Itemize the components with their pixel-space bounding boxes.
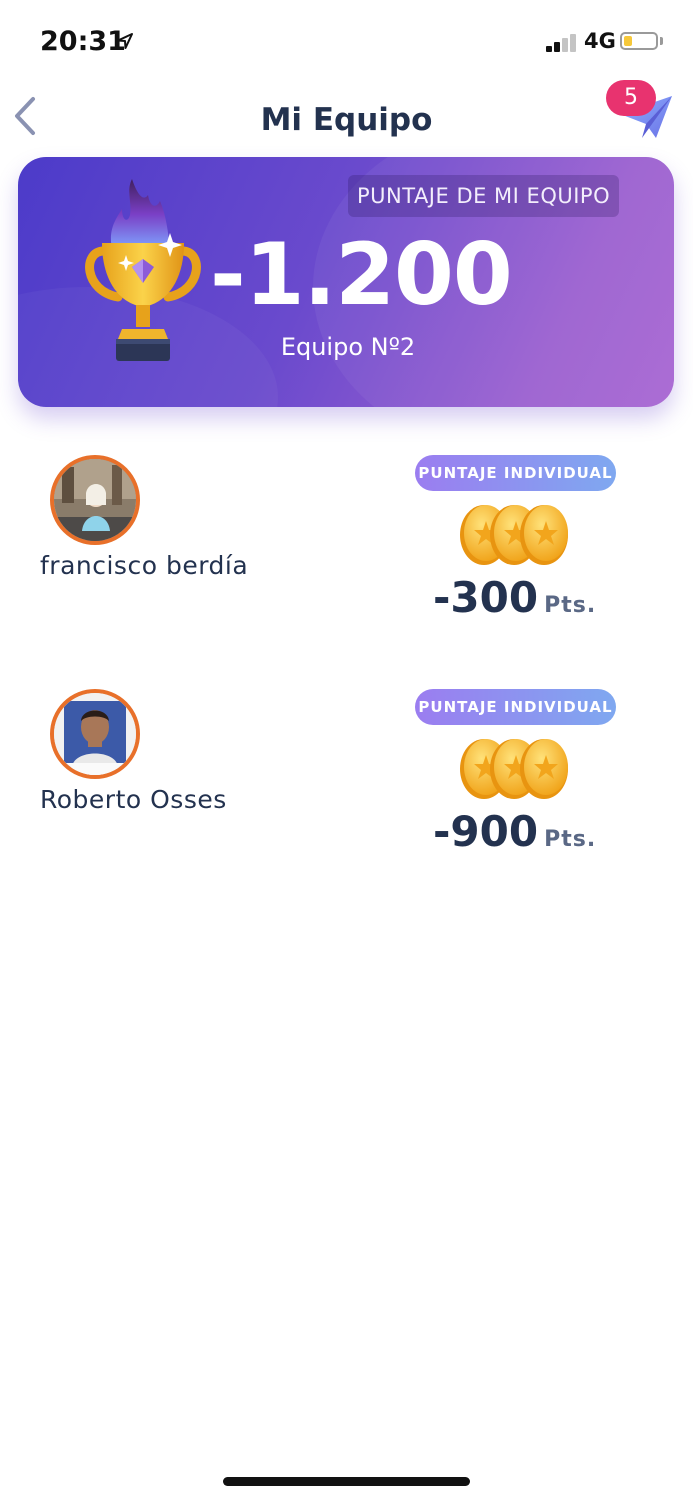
notification-badge[interactable]: 5 bbox=[606, 80, 656, 116]
nav-bar: Mi Equipo 5 bbox=[0, 80, 693, 160]
home-indicator[interactable] bbox=[223, 1477, 470, 1486]
avatar[interactable] bbox=[50, 455, 140, 545]
team-score: -1.200 bbox=[210, 225, 513, 325]
team-name: Equipo Nº2 bbox=[280, 333, 416, 361]
member-row[interactable]: francisco berdía PUNTAJE INDIVIDUAL -300… bbox=[0, 455, 693, 655]
page-title: Mi Equipo bbox=[260, 102, 433, 138]
individual-score-label: PUNTAJE INDIVIDUAL bbox=[415, 455, 616, 491]
individual-score: -900 Pts. bbox=[433, 807, 596, 867]
individual-score-label: PUNTAJE INDIVIDUAL bbox=[415, 689, 616, 725]
location-arrow-icon bbox=[117, 33, 133, 49]
battery-cap bbox=[660, 37, 663, 45]
team-score-label: PUNTAJE DE MI EQUIPO bbox=[348, 175, 620, 217]
score-value: -900 bbox=[433, 807, 539, 856]
network-type: 4G bbox=[584, 29, 616, 53]
score-value: -300 bbox=[433, 573, 539, 622]
member-row[interactable]: Roberto Osses PUNTAJE INDIVIDUAL -900 Pts… bbox=[0, 689, 693, 889]
member-name: Roberto Osses bbox=[40, 785, 227, 814]
team-score-card: PUNTAJE DE MI EQUIPO -1.200 Equipo Nº2 bbox=[18, 157, 674, 407]
avatar[interactable] bbox=[50, 689, 140, 779]
avatar-photo bbox=[54, 693, 136, 775]
coins-icon bbox=[460, 505, 568, 565]
individual-score: -300 Pts. bbox=[433, 573, 596, 633]
signal-icon bbox=[546, 34, 578, 52]
status-time: 20:31 bbox=[40, 26, 126, 57]
coins-icon bbox=[460, 739, 568, 799]
status-bar: 20:31 4G bbox=[0, 0, 693, 80]
avatar-photo bbox=[54, 459, 136, 541]
score-unit: Pts. bbox=[544, 827, 597, 852]
member-name: francisco berdía bbox=[40, 551, 249, 580]
score-unit: Pts. bbox=[544, 593, 597, 618]
trophy-icon bbox=[85, 179, 201, 361]
battery-icon bbox=[620, 32, 658, 50]
